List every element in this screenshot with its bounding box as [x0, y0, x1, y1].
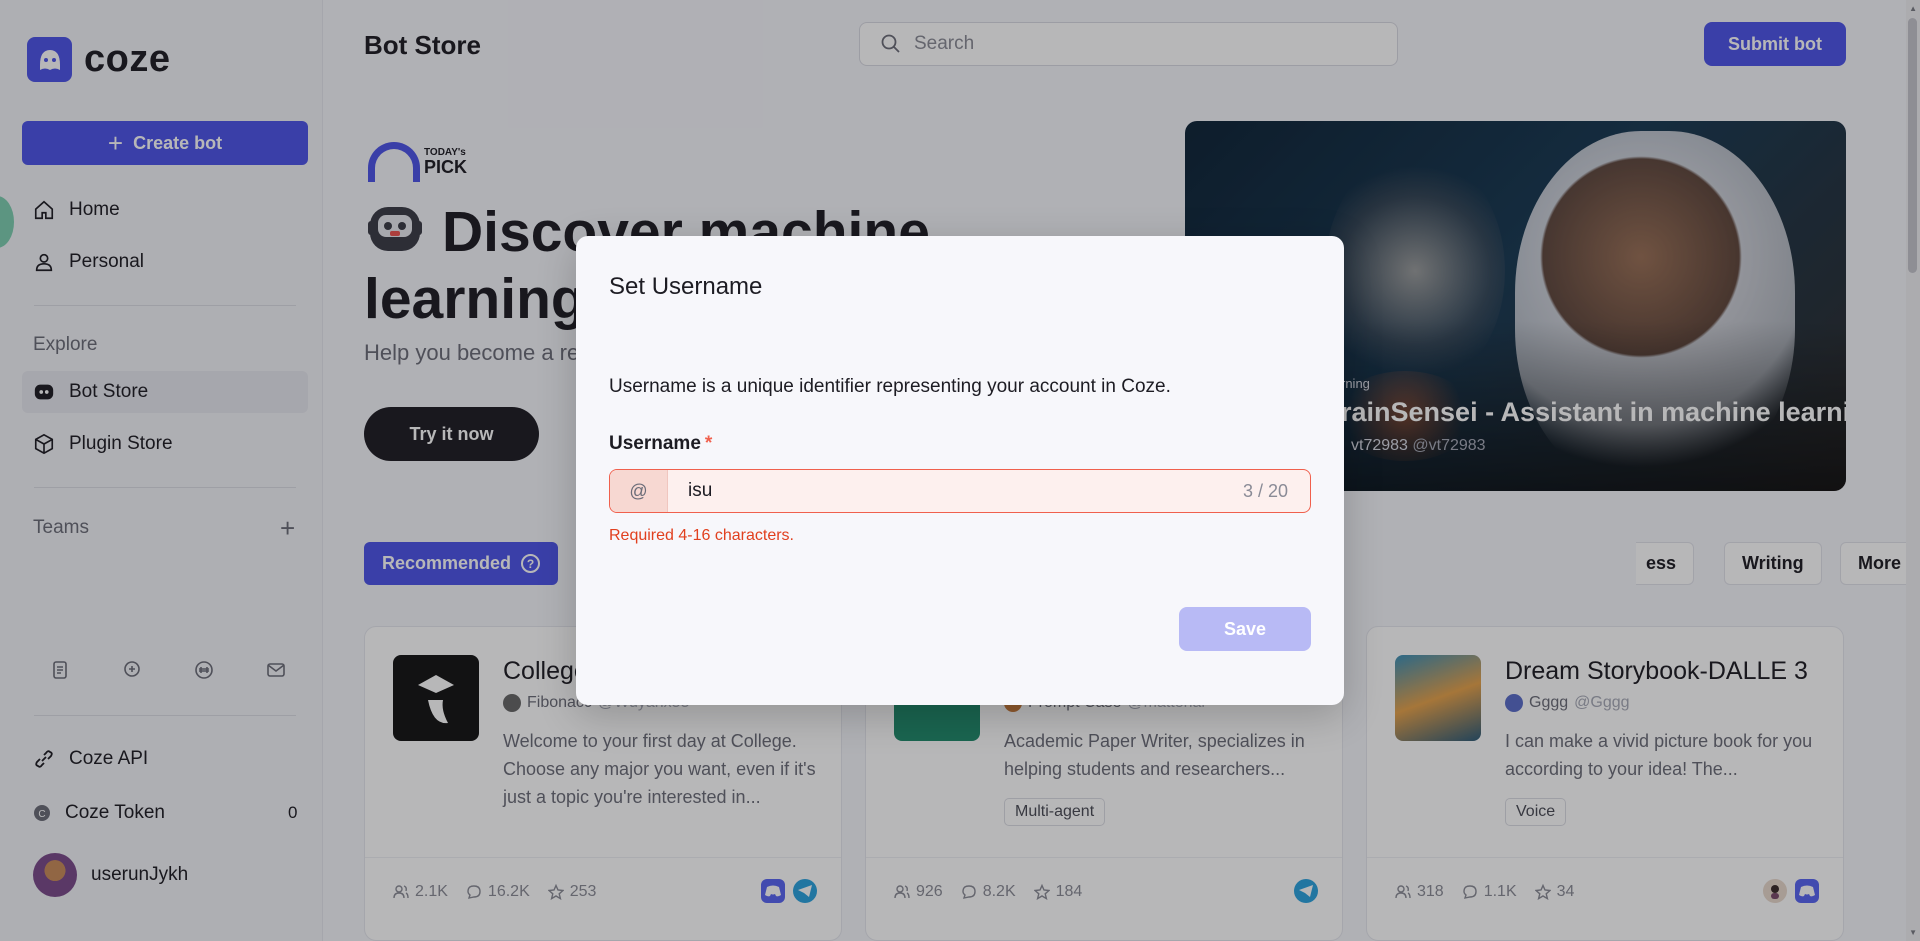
username-field[interactable]: @ 3 / 20 — [609, 469, 1311, 513]
dialog-title: Set Username — [609, 273, 763, 300]
username-error: Required 4-16 characters. — [609, 527, 794, 544]
character-count: 3 / 20 — [1242, 480, 1288, 501]
dialog-description: Username is a unique identifier represen… — [609, 376, 1171, 397]
set-username-dialog: Set Username Username is a unique identi… — [576, 236, 1344, 705]
username-input[interactable] — [668, 470, 1243, 512]
save-button[interactable]: Save — [1179, 607, 1311, 651]
username-label: Username * — [609, 433, 712, 455]
username-label-text: Username — [609, 433, 701, 454]
at-prefix: @ — [610, 470, 668, 512]
required-asterisk: * — [704, 433, 713, 454]
